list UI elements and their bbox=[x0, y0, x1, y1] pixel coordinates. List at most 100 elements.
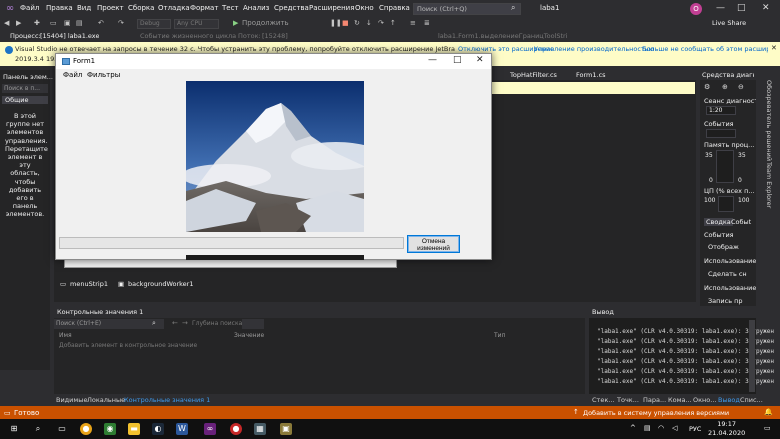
menu-analyze[interactable]: Анализ bbox=[243, 4, 269, 12]
minimize-icon[interactable]: — bbox=[716, 3, 725, 13]
wifi-icon[interactable]: ◠ bbox=[658, 424, 664, 432]
recorder-icon[interactable]: ● bbox=[230, 423, 242, 435]
tray-menustrip[interactable]: menuStrip1 bbox=[70, 280, 108, 288]
undo-icon[interactable]: ↶ bbox=[98, 19, 104, 27]
output-scrollbar[interactable] bbox=[749, 320, 755, 392]
form-app-taskbar-icon[interactable]: ▣ bbox=[280, 423, 292, 435]
forward-icon[interactable]: ▶ bbox=[16, 19, 21, 27]
form-menu-file[interactable]: Файл bbox=[63, 71, 82, 79]
tab-summary[interactable]: Сводка bbox=[704, 218, 733, 226]
thread-combo[interactable]: [15248] bbox=[262, 32, 288, 40]
platform-combo[interactable]: Any CPU bbox=[174, 19, 219, 29]
app-gray-icon[interactable]: ▦ bbox=[254, 423, 266, 435]
network-icon[interactable]: ▤ bbox=[644, 424, 651, 432]
tab-output[interactable]: Вывод bbox=[718, 396, 740, 404]
chrome-icon[interactable]: ● bbox=[80, 423, 92, 435]
close-icon[interactable]: ✕ bbox=[762, 3, 770, 13]
add-watch-item[interactable]: Добавить элемент в контрольное значение bbox=[59, 342, 197, 349]
uncomment-icon[interactable]: ≣ bbox=[424, 19, 430, 27]
step-over-icon[interactable]: ↷ bbox=[378, 19, 384, 27]
notifications-icon[interactable]: 🔔 bbox=[764, 408, 773, 416]
app-green-icon[interactable]: ◉ bbox=[104, 423, 116, 435]
redo-icon[interactable]: ↷ bbox=[118, 19, 124, 27]
show-events-item[interactable]: Отображ bbox=[708, 243, 756, 251]
comment-icon[interactable]: ≡ bbox=[410, 19, 416, 27]
cancel-changes-button[interactable]: Отмена изменений bbox=[407, 235, 460, 253]
configuration-combo[interactable]: Debug bbox=[137, 19, 171, 29]
tab-form1[interactable]: Form1.cs bbox=[576, 71, 606, 79]
menu-help[interactable]: Справка bbox=[379, 4, 410, 12]
maximize-icon[interactable]: □ bbox=[453, 55, 462, 65]
word-icon[interactable]: W bbox=[176, 423, 188, 435]
windows-start-icon[interactable]: ⊞ bbox=[8, 423, 20, 435]
form-menu-filters[interactable]: Фильтры bbox=[87, 71, 120, 79]
tray-backgroundworker[interactable]: backgroundWorker1 bbox=[128, 280, 193, 288]
team-explorer-tab[interactable]: Team Explorer bbox=[765, 162, 773, 208]
tab-parallel[interactable]: Пара... bbox=[643, 396, 666, 404]
column-value[interactable]: Значение bbox=[234, 332, 264, 339]
minimize-icon[interactable]: — bbox=[428, 55, 437, 65]
tray-chevron-icon[interactable]: ^ bbox=[630, 424, 636, 432]
menu-test[interactable]: Тест bbox=[222, 4, 239, 12]
diagnostics-title[interactable]: Средства диагност... bbox=[702, 71, 754, 79]
column-name[interactable]: Имя bbox=[59, 332, 72, 339]
save-all-icon[interactable]: ▤ bbox=[76, 19, 83, 27]
menu-debug[interactable]: Отладка bbox=[158, 4, 190, 12]
search-input[interactable]: Поиск (Ctrl+Q) bbox=[413, 3, 521, 15]
tab-immediate[interactable]: Окно... bbox=[693, 396, 716, 404]
back-icon[interactable]: ◀ bbox=[4, 19, 9, 27]
file-explorer-icon[interactable]: ▬ bbox=[128, 423, 140, 435]
form1-titlebar[interactable]: Form1 — □ ✕ bbox=[56, 54, 491, 69]
task-view-icon[interactable]: ▭ bbox=[56, 423, 68, 435]
visual-studio-taskbar-icon[interactable]: ∞ bbox=[204, 423, 216, 435]
menu-extensions[interactable]: Расширения bbox=[309, 4, 354, 12]
continue-icon[interactable]: ▶ bbox=[233, 19, 238, 27]
menu-format[interactable]: Формат bbox=[190, 4, 218, 12]
back-arrow-icon[interactable]: ← bbox=[172, 319, 178, 327]
menu-file[interactable]: Файл bbox=[20, 4, 39, 12]
settings-icon[interactable]: ⚙ bbox=[704, 83, 710, 91]
stop-icon[interactable]: ■ bbox=[342, 19, 349, 27]
dont-show-again-link[interactable]: Больше не сообщать об этом расширении bbox=[642, 45, 768, 53]
search-depth-input[interactable] bbox=[242, 319, 264, 329]
menu-project[interactable]: Проект bbox=[97, 4, 124, 12]
column-type[interactable]: Тип bbox=[494, 332, 506, 339]
close-icon[interactable]: ✕ bbox=[476, 55, 484, 65]
pause-icon[interactable]: ❚❚ bbox=[330, 19, 342, 27]
performance-link[interactable]: Управление производительностью bbox=[534, 45, 654, 53]
avatar[interactable]: O bbox=[690, 3, 702, 15]
step-out-icon[interactable]: ↑ bbox=[390, 19, 396, 27]
tab-locals[interactable]: Локальные bbox=[87, 396, 125, 404]
volume-icon[interactable]: ◁ bbox=[672, 424, 677, 432]
steam-icon[interactable]: ◐ bbox=[152, 423, 164, 435]
stack-frame-combo[interactable]: laba1.Form1.выделениеГраницToolStri bbox=[438, 32, 578, 40]
take-snapshot-item[interactable]: Сделать сн bbox=[708, 270, 756, 278]
tab-watch-1[interactable]: Контрольные значения 1 bbox=[124, 396, 210, 404]
tab-breakpoints[interactable]: Точк... bbox=[617, 396, 639, 404]
restart-icon[interactable]: ↻ bbox=[354, 19, 360, 27]
menu-window[interactable]: Окно bbox=[355, 4, 374, 12]
clock[interactable]: 19:17 21.04.2020 bbox=[708, 420, 745, 438]
tab-command[interactable]: Кома... bbox=[668, 396, 692, 404]
add-to-source-control[interactable]: Добавить в систему управления версиями bbox=[583, 409, 729, 417]
tab-error-list[interactable]: Спис... bbox=[740, 396, 763, 404]
record-profile-item[interactable]: Запись пр bbox=[708, 297, 756, 305]
toolbox-search-input[interactable]: Поиск в п... bbox=[2, 84, 48, 93]
live-share-button[interactable]: Live Share bbox=[712, 19, 746, 27]
menu-view[interactable]: Вид bbox=[77, 4, 91, 12]
tab-call-stack[interactable]: Стек... bbox=[592, 396, 614, 404]
watch-search-input[interactable]: Поиск (Ctrl+E) bbox=[54, 319, 164, 329]
continue-button[interactable]: Продолжить bbox=[242, 19, 289, 27]
process-combo[interactable]: [15404] laba1.exe bbox=[40, 32, 99, 40]
step-into-icon[interactable]: ↓ bbox=[366, 19, 372, 27]
zoom-out-icon[interactable]: ⊖ bbox=[738, 83, 744, 91]
save-icon[interactable]: ▣ bbox=[64, 19, 71, 27]
menu-tools[interactable]: Средства bbox=[274, 4, 309, 12]
tab-tophatfilter[interactable]: TopHatFilter.cs bbox=[510, 71, 557, 79]
zoom-in-icon[interactable]: ⊕ bbox=[722, 83, 728, 91]
solution-explorer-tab[interactable]: Обозреватель решений bbox=[765, 80, 773, 161]
search-icon[interactable]: ⌕ bbox=[152, 319, 156, 328]
menu-edit[interactable]: Правка bbox=[46, 4, 73, 12]
maximize-icon[interactable]: □ bbox=[737, 3, 746, 13]
search-icon[interactable]: ⌕ bbox=[32, 423, 44, 435]
